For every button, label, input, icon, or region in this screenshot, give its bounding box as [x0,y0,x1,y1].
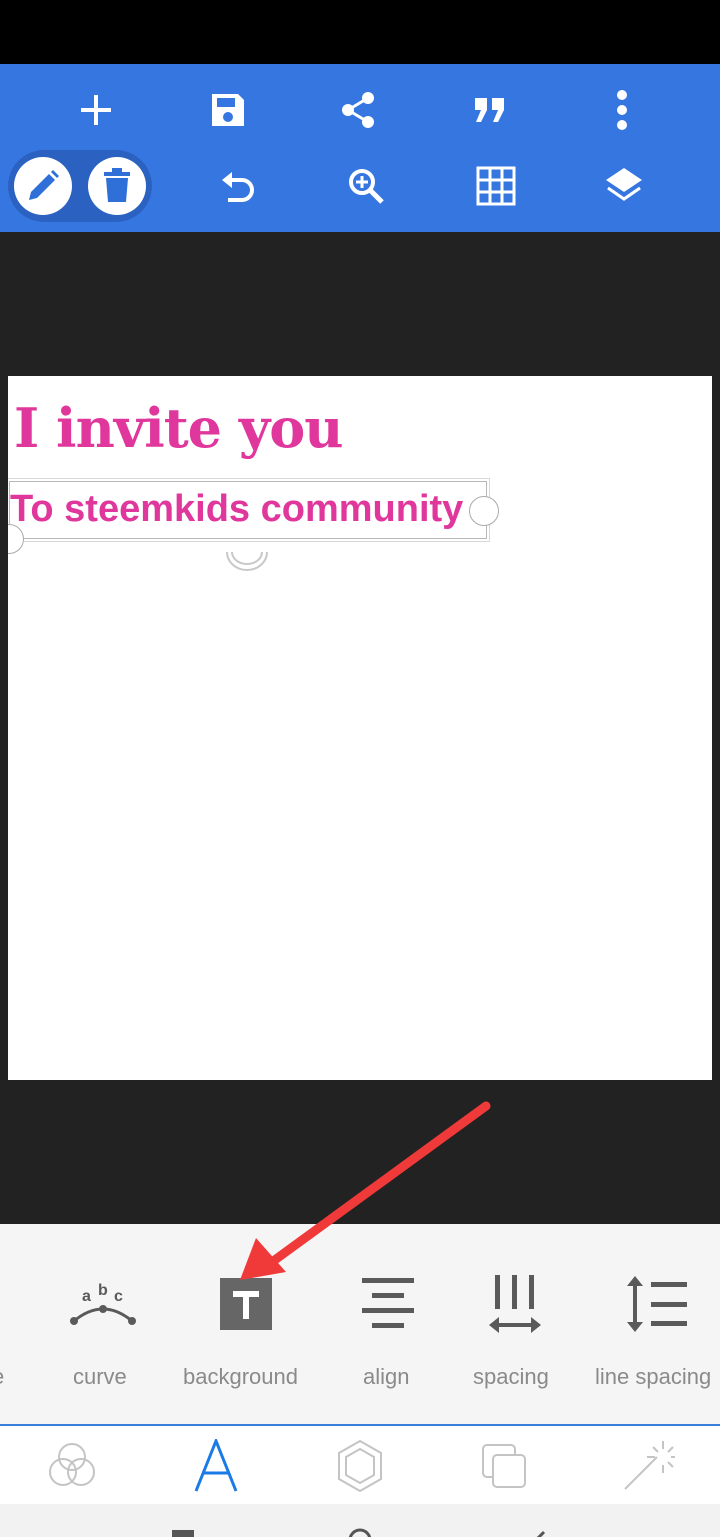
subtitle-text[interactable]: To steemkids community [10,488,463,531]
svg-text:b: b [98,1282,108,1299]
title-text[interactable]: I invite you [14,396,343,460]
tool-spacing-label: spacing [473,1364,549,1389]
text-background-icon [210,1272,282,1336]
quote-icon[interactable] [460,80,520,140]
partial-tool[interactable]: e [0,1224,10,1424]
svg-text:c: c [114,1288,123,1305]
line-spacing-icon [620,1272,692,1336]
top-toolbar [0,64,720,232]
plus-icon[interactable] [66,80,126,140]
tool-spacing[interactable]: spacing [470,1224,560,1424]
tool-line-spacing[interactable]: line spacing [594,1224,720,1424]
tool-curve[interactable]: abc curve [64,1224,142,1424]
more-vert-icon[interactable] [592,80,652,140]
tool-background[interactable]: background [180,1224,312,1424]
blend-icon[interactable] [42,1436,102,1496]
curve-text-icon: abc [67,1272,139,1336]
grid-icon[interactable] [466,156,526,216]
svg-text:a: a [82,1288,91,1305]
resize-handle[interactable] [469,496,499,526]
nav-buttons-icon [172,1528,546,1537]
tool-align-label: align [363,1364,410,1389]
letter-spacing-icon [479,1272,551,1336]
duplicate-icon[interactable] [474,1436,534,1496]
rotate-handle-icon[interactable] [224,548,270,574]
align-center-icon [352,1272,424,1336]
status-bar [0,0,720,64]
tool-background-label: background [183,1364,298,1389]
text-tools-bar: e abc curve background align spacing lin… [0,1224,720,1426]
text-icon[interactable] [186,1436,246,1496]
mode-switch [8,150,152,222]
magic-wand-icon[interactable] [618,1436,678,1496]
save-icon[interactable] [198,80,258,140]
system-nav-bar [0,1504,720,1537]
pencil-icon[interactable] [14,157,72,215]
share-icon[interactable] [328,80,388,140]
bottom-tabs [0,1426,720,1504]
zoom-in-icon[interactable] [336,156,396,216]
trash-icon[interactable] [88,157,146,215]
tool-line-spacing-label: line spacing [595,1364,712,1389]
tool-align[interactable]: align [352,1224,424,1424]
artboard[interactable]: I invite you To steemkids community [8,376,712,1080]
layers-icon[interactable] [594,156,654,216]
shape-icon[interactable] [330,1436,390,1496]
undo-icon[interactable] [208,156,268,216]
tool-curve-label: curve [73,1364,127,1389]
partial-tool-label: e [0,1364,4,1390]
